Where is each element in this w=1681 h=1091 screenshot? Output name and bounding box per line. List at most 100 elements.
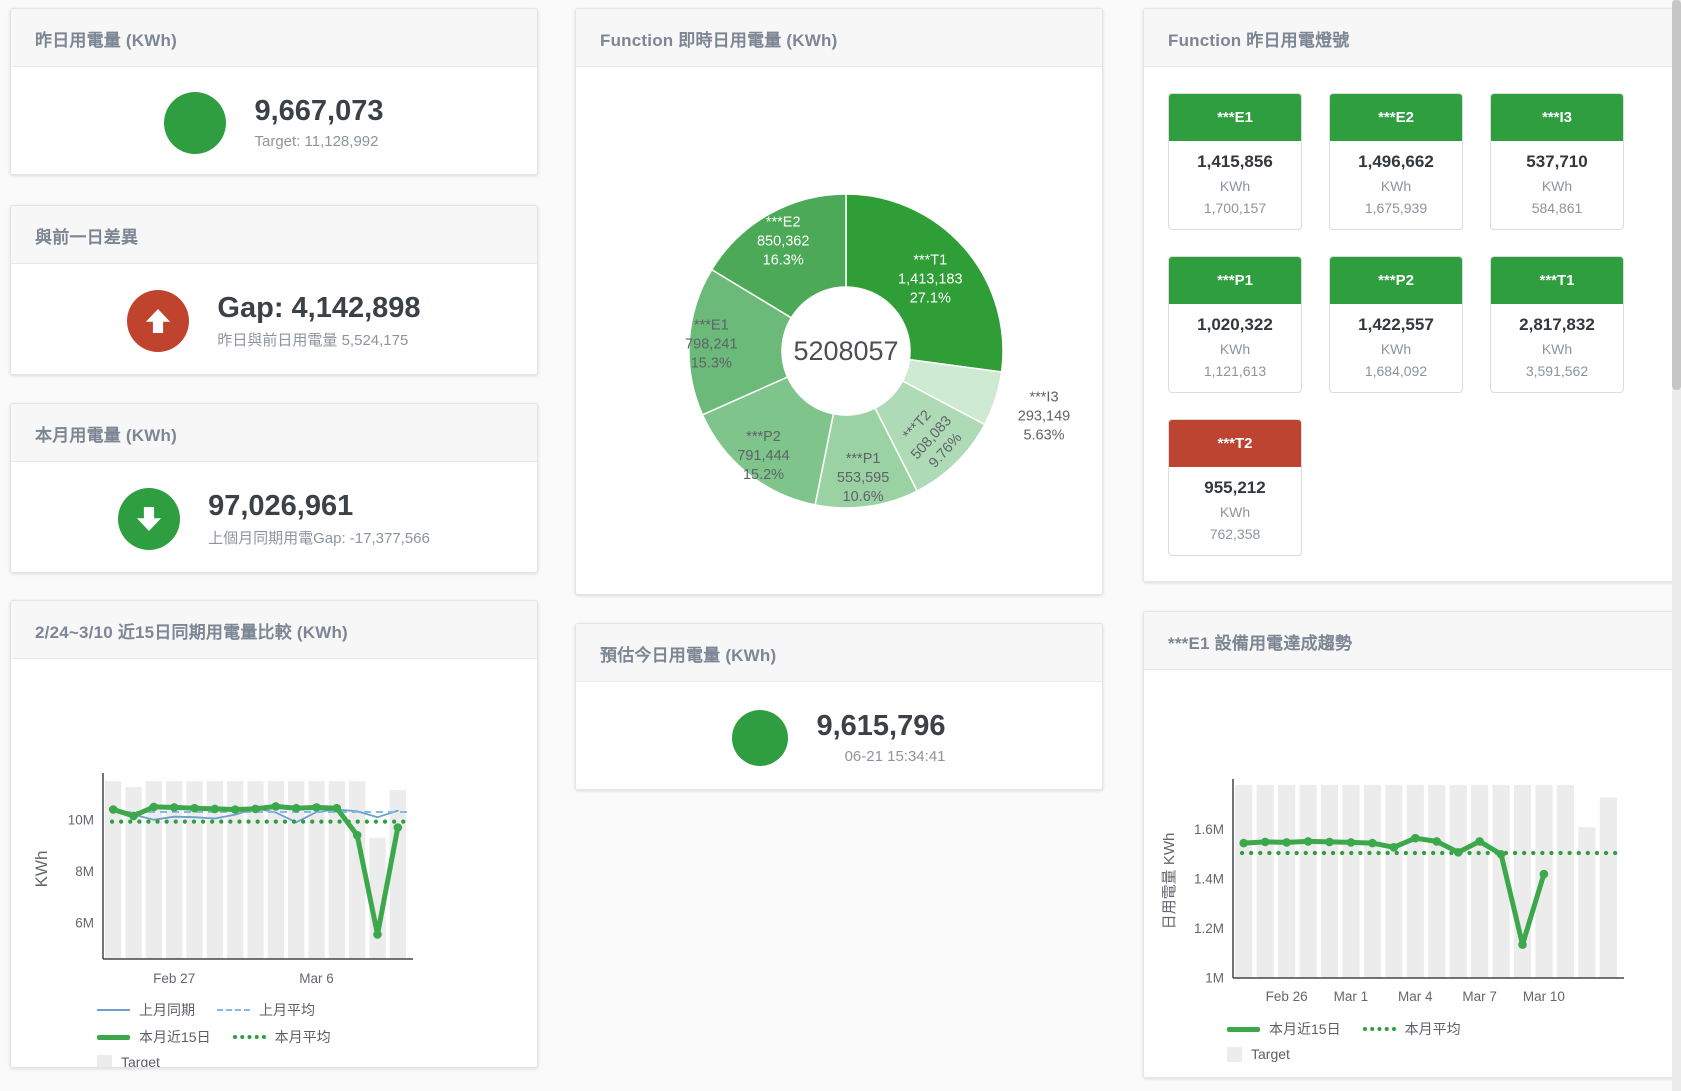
tile-target-value: 1,684,092 — [1334, 363, 1458, 379]
legend-item-本月平均[interactable]: 本月平均 — [1363, 1019, 1461, 1039]
legend-swatch-icon — [1227, 1027, 1260, 1032]
target-bar — [1578, 827, 1595, 978]
data-point-marker — [251, 805, 260, 814]
panel-header: 本月用電量 (KWh) — [11, 404, 537, 462]
y-tick-label: 6M — [75, 915, 94, 930]
data-point-marker — [333, 804, 342, 813]
tile-body: 1,415,856KWh1,700,157 — [1169, 141, 1301, 229]
panel-title: 2/24~3/10 近15日同期用電量比較 (KWh) — [35, 623, 348, 642]
tile-value: 2,817,832 — [1495, 315, 1619, 335]
legend-label: 本月近15日 — [1269, 1019, 1341, 1039]
data-point-marker — [1390, 843, 1399, 852]
arrow-up-icon — [127, 290, 189, 352]
data-point-marker — [129, 812, 138, 821]
data-point-marker — [1261, 838, 1270, 847]
legend-item-本月平均[interactable]: 本月平均 — [233, 1027, 331, 1047]
status-circle-icon — [732, 710, 788, 766]
tile-label: ***I3 — [1491, 94, 1623, 141]
legend-swatch-icon — [1363, 1027, 1396, 1031]
stat-body: Gap: 4,142,898 昨日與前日用電量 5,524,175 — [11, 264, 537, 375]
target-bar — [1364, 785, 1381, 978]
tile-body: 1,496,662KWh1,675,939 — [1330, 141, 1462, 229]
data-point-marker — [1368, 839, 1377, 848]
data-point-marker — [1239, 839, 1248, 848]
target-bar — [1428, 785, 1445, 978]
tile-body: 1,020,322KWh1,121,613 — [1169, 304, 1301, 392]
legend-item-本月近15日[interactable]: 本月近15日 — [97, 1027, 211, 1047]
y-tick-label: 1.6M — [1194, 822, 1224, 837]
tile-unit: KWh — [1334, 341, 1458, 357]
x-tick-label: Mar 10 — [1523, 989, 1565, 1004]
panel-title: Function 即時日用電量 (KWh) — [600, 31, 837, 50]
panel-realtime-donut: Function 即時日用電量 (KWh) ***T11,413,18327.1… — [575, 8, 1103, 595]
x-tick-label: Feb 26 — [1266, 989, 1308, 1004]
data-point-marker — [1475, 837, 1484, 846]
tile-target-value: 3,591,562 — [1495, 363, 1619, 379]
tile-label: ***T1 — [1491, 257, 1623, 304]
y-tick-label: 1.4M — [1194, 872, 1224, 887]
tile-value: 1,496,662 — [1334, 152, 1458, 172]
target-bar — [1342, 785, 1359, 978]
legend-swatch-icon — [217, 1009, 250, 1011]
panel-estimate-today: 預估今日用電量 (KWh) 9,615,796 06-21 15:34:41 — [575, 623, 1103, 790]
e1_trend-svg: 1M1.2M1.4M1.6M日用電量 KWhFeb 26Mar 1Mar 4Ma… — [1144, 670, 1679, 1012]
tile-body: 955,212KWh762,358 — [1169, 467, 1301, 555]
data-point-marker — [353, 831, 362, 840]
tile-target-value: 1,675,939 — [1334, 200, 1458, 216]
legend-item-Target[interactable]: Target — [97, 1054, 160, 1068]
legend-swatch-icon — [97, 1009, 130, 1011]
x-tick-label: Mar 4 — [1398, 989, 1433, 1004]
data-point-marker — [109, 805, 118, 814]
panel-title: 與前一日差異 — [35, 228, 138, 247]
legend-item-本月近15日[interactable]: 本月近15日 — [1227, 1019, 1341, 1039]
data-point-marker — [292, 804, 301, 813]
y-axis-label: KWh — [32, 851, 51, 888]
stat-value: 9,667,073 — [254, 95, 383, 128]
panel-title: ***E1 設備用電達成趨勢 — [1168, 634, 1352, 653]
tile-value: 1,020,322 — [1173, 315, 1297, 335]
panel-header: 預估今日用電量 (KWh) — [576, 624, 1102, 682]
legend-item-上月同期[interactable]: 上月同期 — [97, 1000, 195, 1020]
target-bar — [1321, 785, 1338, 978]
target-bar — [1300, 785, 1317, 978]
tile-target-value: 584,861 — [1495, 200, 1619, 216]
status-tile-t2: ***T2955,212KWh762,358 — [1168, 419, 1302, 556]
legend-swatch-icon — [97, 1055, 112, 1069]
panel-header: 與前一日差異 — [11, 206, 537, 264]
data-point-marker — [1432, 837, 1441, 846]
legend-item-上月平均[interactable]: 上月平均 — [217, 1000, 315, 1020]
data-point-marker — [1411, 834, 1420, 843]
target-bar — [1557, 785, 1574, 978]
status-tile-e2: ***E21,496,662KWh1,675,939 — [1329, 93, 1463, 230]
y-tick-label: 1M — [1205, 971, 1224, 986]
scrollbar-thumb[interactable] — [1672, 0, 1681, 390]
donut-svg: ***T11,413,18327.1%***I3293,1495.63%***T… — [576, 67, 1102, 592]
realtime-donut-chart: ***T11,413,18327.1%***I3293,1495.63%***T… — [576, 67, 1102, 595]
stat-value: 9,615,796 — [816, 710, 945, 743]
stat-subtext: 上個月同期用電Gap: -17,377,566 — [208, 527, 430, 548]
tile-body: 537,710KWh584,861 — [1491, 141, 1623, 229]
data-point-marker — [190, 804, 199, 813]
tile-value: 955,212 — [1173, 478, 1297, 498]
tile-label: ***E1 — [1169, 94, 1301, 141]
stat-body: 9,667,073 Target: 11,128,992 — [11, 67, 537, 175]
tile-value: 537,710 — [1495, 152, 1619, 172]
x-tick-label: Mar 1 — [1334, 989, 1369, 1004]
chart-legend: 上月同期 上月平均本月近15日 本月平均 Target — [11, 1000, 537, 1068]
legend-item-Target[interactable]: Target — [1227, 1046, 1290, 1062]
target-bar — [1471, 785, 1488, 978]
tile-label: ***T2 — [1169, 420, 1301, 467]
y-tick-label: 8M — [75, 864, 94, 879]
data-point-marker — [211, 805, 220, 814]
panel-day-gap: 與前一日差異 Gap: 4,142,898 昨日與前日用電量 5,524,175 — [10, 205, 538, 375]
target-bar — [1257, 785, 1274, 978]
data-point-marker — [312, 803, 321, 812]
data-point-marker — [1347, 838, 1356, 847]
data-point-marker — [1282, 838, 1291, 847]
scrollbar — [1672, 0, 1681, 1091]
compare_15d-svg: 6M8M10MKWhFeb 27Mar 6 — [11, 659, 537, 993]
data-point-marker — [373, 930, 382, 939]
status-tile-grid: ***E11,415,856KWh1,700,157 ***E21,496,662… — [1144, 67, 1679, 556]
panel-header: ***E1 設備用電達成趨勢 — [1144, 612, 1679, 670]
data-point-marker — [1304, 837, 1313, 846]
